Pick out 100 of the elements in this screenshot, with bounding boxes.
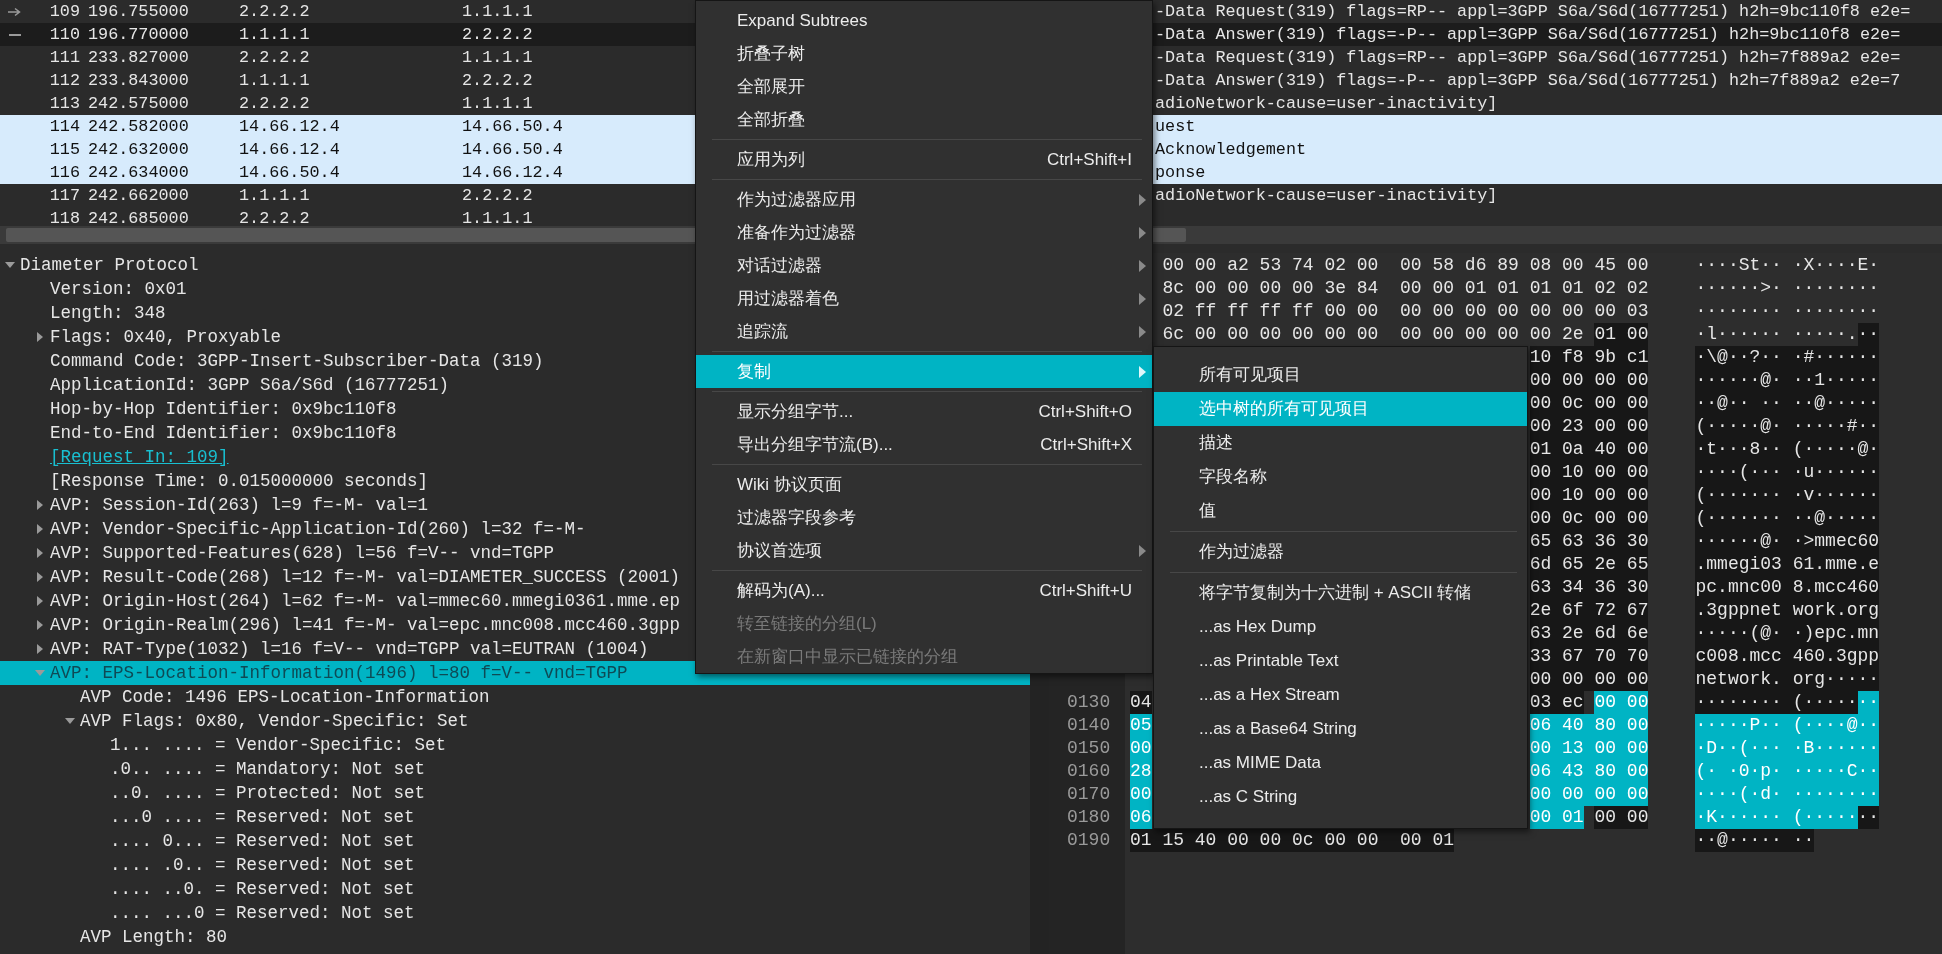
hex-bytes: 00 10 00 00 xyxy=(1529,461,1649,484)
hex-bytes: 00 00 xyxy=(1594,806,1649,829)
packet-cell-text: 242.632000 xyxy=(87,139,189,161)
packet-cell-text: 14.66.12.4 xyxy=(239,139,340,161)
offset-label: 0150 xyxy=(1066,737,1112,760)
shortcut-label: Ctrl+Shift+O xyxy=(1038,400,1132,423)
ascii-text: ····(··· ·u······ xyxy=(1695,461,1880,484)
packet-cell-text: 14.66.12.4 xyxy=(239,116,340,138)
packet-cell-text: 14.66.12.4 xyxy=(462,162,563,184)
hex-bytes: 2e 6f 72 67 xyxy=(1529,599,1649,622)
ascii-text: pc.mnc00 8.mcc460 xyxy=(1695,576,1880,599)
ascii-text: ······>· ········ xyxy=(1695,277,1880,300)
ascii-text: ········ (····· xyxy=(1695,691,1858,714)
ascii-text: ·····P·· (····@·· xyxy=(1695,714,1880,737)
packet-cell-text: 2.2.2.2 xyxy=(239,208,310,226)
packet-cell-text: -Data Answer(319) flags=-P-- appl=3GPP S6a/S6d(16777251) h2h=9bc110f8 e2e= xyxy=(1155,24,1901,46)
ascii-text: ··@·· ·· ··@····· xyxy=(1695,392,1880,415)
packet-cell-text: 114 xyxy=(49,116,80,138)
packet-cell-text: 242.662000 xyxy=(87,185,189,207)
hex-bytes: 00 23 00 00 xyxy=(1529,415,1649,438)
hex-bytes: 33 67 70 70 xyxy=(1529,645,1649,668)
hex-bytes: 63 2e 6d 6e xyxy=(1529,622,1649,645)
packet-cell-text: 1.1.1.1 xyxy=(239,70,310,92)
hex-bytes: 00 00 00 00 xyxy=(1529,783,1649,806)
packet-cell-text: -Data Request(319) flags=RP-- appl=3GPP S6a/S6d(16777251) h2h=7f889a2 e2e= xyxy=(1155,47,1901,69)
hex-bytes: 02 ff ff ff ff 00 00 00 00 00 00 00 00 00 03 xyxy=(1162,300,1649,323)
ascii-text: ········ ········ xyxy=(1695,300,1880,323)
packet-cell-text: 233.843000 xyxy=(87,70,189,92)
packet-cell-text: 109 xyxy=(49,1,80,23)
ascii-text: (· ·0·p· ·····C·· xyxy=(1695,760,1880,783)
ascii-text: (·····@· ·····#·· xyxy=(1695,415,1880,438)
packet-cell-text: 242.582000 xyxy=(87,116,189,138)
ascii-text: ····(·d· ········ xyxy=(1695,783,1880,806)
ascii-text: .3gppnet work.org xyxy=(1695,599,1880,622)
shortcut-label: Ctrl+Shift+X xyxy=(1040,433,1132,456)
packet-cell-text: -Data Request(319) flags=RP-- appl=3GPP S6a/S6d(16777251) h2h=9bc110f8 e2e= xyxy=(1155,1,1911,23)
ascii-text: ····St·· ·X····E· xyxy=(1695,254,1880,277)
packet-cell-text: 14.66.50.4 xyxy=(462,116,563,138)
packet-cell-text: 1.1.1.1 xyxy=(239,24,310,46)
hex-bytes: 00 01 xyxy=(1529,806,1584,829)
packet-cell-text: 116 xyxy=(49,162,80,184)
hex-bytes: 00 0c 00 00 xyxy=(1529,392,1649,415)
packet-cell-text: 2.2.2.2 xyxy=(462,70,533,92)
hex-bytes: 05 xyxy=(1130,714,1152,737)
offset-label: 0140 xyxy=(1066,714,1112,737)
packet-cell-text: Acknowledgement xyxy=(1155,139,1307,161)
hex-bytes: 00 10 00 00 xyxy=(1529,484,1649,507)
hex-bytes: 00 13 00 00 xyxy=(1529,737,1649,760)
hex-bytes: 63 34 36 30 xyxy=(1529,576,1649,599)
ascii-text: ·l······ ·····. xyxy=(1695,323,1858,346)
packet-cell-text: 2.2.2.2 xyxy=(239,1,310,23)
packet-cell-text: 1.1.1.1 xyxy=(462,47,533,69)
ascii-text: ·· xyxy=(1857,691,1880,714)
packet-cell-text: adioNetwork-cause=user-inactivity] xyxy=(1155,185,1498,207)
hex-bytes: 06 43 80 00 xyxy=(1529,760,1649,783)
ascii-text: ·D··(··· ·B······ xyxy=(1695,737,1880,760)
packet-cell-text: -Data Answer(319) flags=-P-- appl=3GPP S6a/S6d(16777251) h2h=7f889a2 e2e=7 xyxy=(1155,70,1901,92)
packet-cell-text: 196.770000 xyxy=(87,24,189,46)
packet-cell-text: 1.1.1.1 xyxy=(462,1,533,23)
offset-label: 0130 xyxy=(1066,691,1112,714)
shortcut-label: Ctrl+Shift+U xyxy=(1039,579,1132,602)
packet-cell-text: 14.66.50.4 xyxy=(462,139,563,161)
ascii-text: network. org····· xyxy=(1695,668,1880,691)
hex-bytes: 00 0c 00 00 xyxy=(1529,507,1649,530)
ascii-text: ·K······ (····· xyxy=(1695,806,1858,829)
ascii-text: ··@····· ·· xyxy=(1695,829,1815,852)
ascii-text: ······@· ·>mmec60 xyxy=(1695,530,1880,553)
packet-cell-text: 1.1.1.1 xyxy=(239,185,310,207)
packet-cell-text: 113 xyxy=(49,93,80,115)
packet-cell-text: uest xyxy=(1155,116,1196,138)
packet-cell-text: 117 xyxy=(49,185,80,207)
packet-cell-text: 196.755000 xyxy=(87,1,189,23)
hex-bytes: 01 00 xyxy=(1594,323,1649,346)
packet-cell-text: 2.2.2.2 xyxy=(239,93,310,115)
ascii-text: ·· xyxy=(1857,806,1880,829)
packet-cell-text: 2.2.2.2 xyxy=(462,24,533,46)
packet-cell-text: 1.1.1.1 xyxy=(462,208,533,226)
hex-bytes: 10 f8 9b c1 xyxy=(1529,346,1649,369)
ascii-text: ·t···8·· (·····@· xyxy=(1695,438,1880,461)
packet-cell-text: 111 xyxy=(49,47,80,69)
packet-cell-text: 242.634000 xyxy=(87,162,189,184)
packet-cell-text: 242.685000 xyxy=(87,208,189,226)
hex-bytes: 00 00 xyxy=(1594,691,1649,714)
packet-cell-text: 110 xyxy=(49,24,80,46)
packet-cell-text: 14.66.50.4 xyxy=(239,162,340,184)
offset-label: 0180 xyxy=(1066,806,1112,829)
hex-bytes: 00 00 00 00 xyxy=(1529,369,1649,392)
offset-label: 0160 xyxy=(1066,760,1112,783)
packet-cell-text: 118 xyxy=(49,208,80,226)
hex-bytes: 00 00 a2 53 74 02 00 00 58 d6 89 08 00 45 00 xyxy=(1162,254,1649,277)
offset-label: 0190 xyxy=(1066,829,1112,852)
packet-cell-text: 115 xyxy=(49,139,80,161)
hex-bytes: 01 0a 40 00 xyxy=(1529,438,1649,461)
hex-bytes: 00 00 00 00 xyxy=(1529,668,1649,691)
packet-cell-text: 242.575000 xyxy=(87,93,189,115)
ascii-text: ·\@··?·· ·#······ xyxy=(1695,346,1880,369)
packet-cell-text: adioNetwork-cause=user-inactivity] xyxy=(1155,93,1498,115)
hex-bytes: 06 40 80 00 xyxy=(1529,714,1649,737)
shortcut-label: Ctrl+Shift+I xyxy=(1046,148,1132,171)
packet-cell-text: 2.2.2.2 xyxy=(462,185,533,207)
